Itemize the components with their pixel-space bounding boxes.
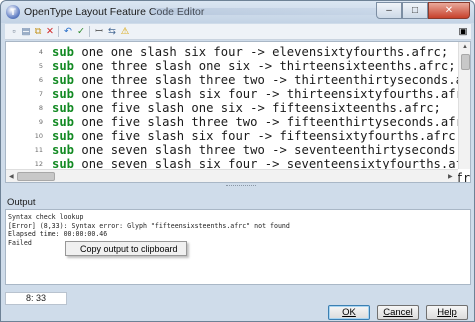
horizontal-scroll-thumb[interactable] xyxy=(17,172,55,181)
keyword: sub xyxy=(52,129,75,143)
toolbar-separator xyxy=(58,26,59,37)
check-icon[interactable]: ✓ xyxy=(75,25,87,38)
warning-icon[interactable]: ⚠ xyxy=(119,25,131,38)
output-label: Output xyxy=(7,197,36,208)
keyword: sub xyxy=(52,115,75,129)
keyword: sub xyxy=(52,45,75,59)
code-statement: one one slash six four -> elevensixtyfou… xyxy=(74,45,449,59)
help-button[interactable]: Help xyxy=(426,305,468,320)
code-statement: one seven slash three two -> seventeenth… xyxy=(74,143,471,157)
new-icon[interactable]: ▫ xyxy=(8,25,20,38)
keyword: sub xyxy=(52,101,75,115)
editor-window: T OpenType Layout Feature Code Editor – … xyxy=(0,0,475,322)
app-icon: T xyxy=(6,5,20,19)
undo-icon[interactable]: ↶ xyxy=(62,25,74,38)
open-icon[interactable]: ▤ xyxy=(20,25,32,38)
ok-button[interactable]: OK xyxy=(328,305,370,320)
keyword: sub xyxy=(52,143,75,157)
title-bar[interactable]: T OpenType Layout Feature Code Editor – … xyxy=(1,1,474,23)
context-menu: Copy output to clipboard xyxy=(65,241,187,256)
window-controls: – □ ✕ xyxy=(376,2,470,20)
scroll-up-icon[interactable]: ▲ xyxy=(462,44,468,50)
scroll-left-icon[interactable]: ◀ xyxy=(9,173,14,180)
maximize-button[interactable]: □ xyxy=(402,2,428,19)
code-editor[interactable]: 4 sub one one slash six four -> elevensix… xyxy=(5,41,471,183)
keyword: sub xyxy=(52,59,75,73)
vertical-scrollbar[interactable]: ▲ xyxy=(458,42,470,169)
toolbar: ▫ ▤ ⧉ ✕ ↶ ✓ ꟷ ⇆ ⚠ ▣ xyxy=(5,24,471,40)
code-statement: one five slash one six -> fifteensixteen… xyxy=(74,101,441,115)
title-bar-blur xyxy=(151,8,381,15)
replace-icon[interactable]: ⇆ xyxy=(106,25,118,38)
panel-splitter[interactable] xyxy=(226,185,256,187)
cancel-button[interactable]: Cancel xyxy=(377,305,419,320)
code-statement: one three slash three two -> thirteenthi… xyxy=(74,73,471,87)
keyword: sub xyxy=(52,73,75,87)
copy-icon[interactable]: ⧉ xyxy=(32,25,44,38)
keyword: sub xyxy=(52,87,75,101)
close-button[interactable]: ✕ xyxy=(428,2,470,19)
dialog-button-bar: OK Cancel Help xyxy=(1,288,474,322)
code-statement: one five slash six four -> fifteensixtyf… xyxy=(74,129,463,143)
scroll-right-icon[interactable]: ▶ xyxy=(448,173,453,180)
copy-output-menu-item[interactable]: Copy output to clipboard xyxy=(80,244,178,254)
code-statement: one five slash three two -> fifteenthirt… xyxy=(74,115,471,129)
help-icon[interactable]: ▣ xyxy=(457,25,469,38)
vertical-scroll-thumb[interactable] xyxy=(461,54,470,70)
output-line: Syntax check lookup xyxy=(8,213,84,221)
output-line: [Error] (8,33): Syntax error: Glyph "fif… xyxy=(8,221,290,230)
output-line: Elapsed time: 00:00:00.46 xyxy=(8,230,108,239)
horizontal-scrollbar[interactable]: ◀ ▶ xyxy=(6,169,458,182)
delete-icon[interactable]: ✕ xyxy=(44,25,56,38)
toolbar-separator xyxy=(89,26,90,37)
code-statement: one three slash one six -> thirteensixte… xyxy=(74,59,456,73)
find-icon[interactable]: ꟷ xyxy=(93,25,105,38)
code-statement: one three slash six four -> thirteensixt… xyxy=(74,87,471,101)
minimize-button[interactable]: – xyxy=(376,2,402,19)
